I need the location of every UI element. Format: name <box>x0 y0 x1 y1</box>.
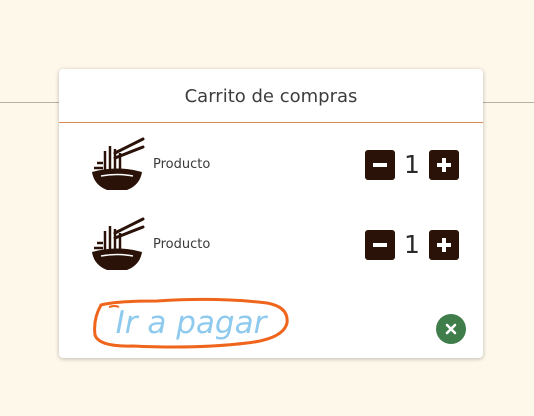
plus-icon <box>437 238 451 252</box>
noodle-bowl-icon <box>92 217 145 270</box>
cart-item: Producto 1 <box>59 133 483 193</box>
item-label: Producto <box>153 237 211 252</box>
pay-link-label: Ir a pagar <box>116 305 269 341</box>
plus-icon <box>437 158 451 172</box>
decrease-quantity-button[interactable] <box>365 230 395 260</box>
pay-link[interactable]: Ir a pagar <box>87 295 293 353</box>
cart-header: Carrito de compras <box>59 69 483 123</box>
close-icon <box>445 323 457 335</box>
minus-icon <box>373 243 387 247</box>
pay-link-drawing: Ir a pagar <box>93 297 289 349</box>
noodle-bowl-icon <box>92 137 145 190</box>
quantity-value: 1 <box>404 230 420 259</box>
close-button[interactable] <box>436 314 466 344</box>
cart-modal: Carrito de compras Producto 1 Producto 1… <box>59 69 483 358</box>
decrease-quantity-button[interactable] <box>365 150 395 180</box>
quantity-value: 1 <box>404 150 420 179</box>
increase-quantity-button[interactable] <box>429 230 459 260</box>
quantity-stepper: 1 <box>365 150 459 180</box>
item-label: Producto <box>153 157 211 172</box>
cart-title: Carrito de compras <box>184 86 358 107</box>
quantity-stepper: 1 <box>365 230 459 260</box>
minus-icon <box>373 163 387 167</box>
increase-quantity-button[interactable] <box>429 150 459 180</box>
cart-item: Producto 1 <box>59 213 483 273</box>
